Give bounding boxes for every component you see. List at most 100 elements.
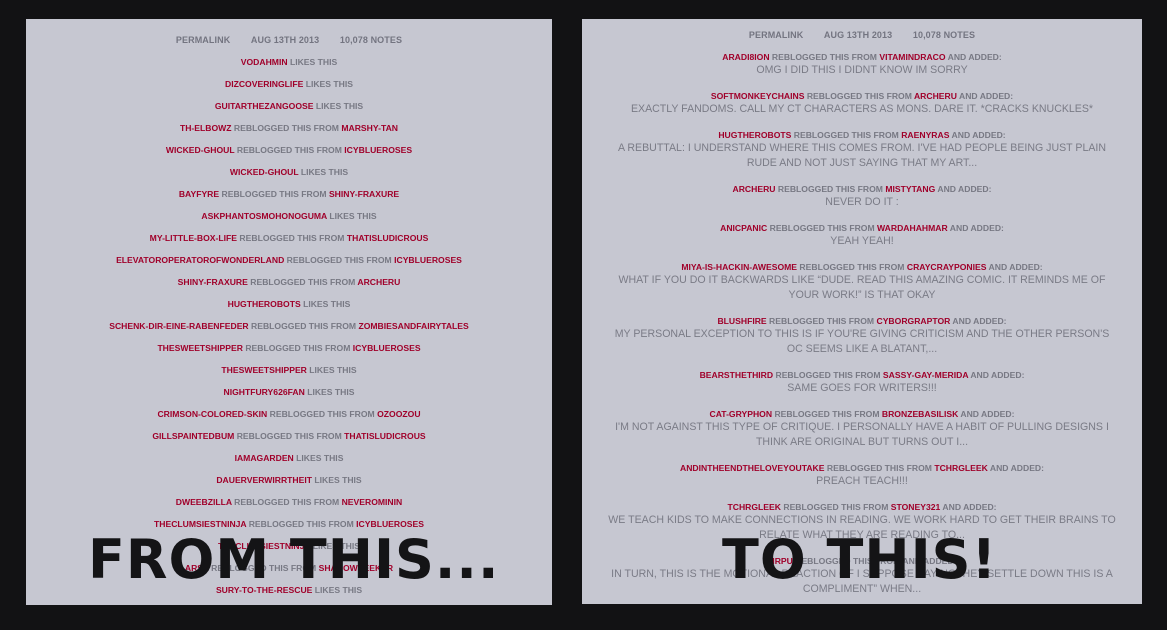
note-action-text: REBLOGGED THIS FROM — [233, 123, 339, 133]
note-added-text: AND ADDED: — [951, 130, 1006, 140]
note-username-link[interactable]: BEARSTHETHIRD — [700, 370, 774, 380]
note-username-link[interactable]: TH-ELBOWZ — [180, 123, 232, 133]
note-username-link[interactable]: WICKED-GHOUL — [230, 167, 299, 177]
note-username-link[interactable]: THESWEETSHIPPER — [157, 343, 242, 353]
note-username-link[interactable]: ELEVATOROPERATOROFWONDERLAND — [116, 255, 284, 265]
note-action-text: LIKES THIS — [314, 475, 362, 485]
reblog-note: CAT-GRYPHON REBLOGGED THIS FROM BRONZEBA… — [582, 409, 1142, 450]
note-source-link[interactable]: ICYBLUEROSES — [394, 255, 462, 265]
note-action-text: REBLOGGED THIS FROM — [286, 255, 392, 265]
right-notes-panel: PERMALINK AUG 13TH 2013 10,078 NOTES ARA… — [582, 19, 1142, 604]
reblog-comment: SAME GOES FOR WRITERS!!! — [787, 382, 937, 394]
note-source-link[interactable]: BRONZEBASILISK — [882, 409, 958, 419]
notes-count[interactable]: 10,078 NOTES — [340, 35, 402, 45]
note-item: WICKED-GHOUL LIKES THIS — [26, 167, 552, 189]
note-username-link[interactable]: DWEEBZILLA — [176, 497, 232, 507]
note-username-link[interactable]: IAMAGARDEN — [235, 453, 294, 463]
reblog-note: BLUSHFIRE REBLOGGED THIS FROM CYBORGRAPT… — [582, 316, 1142, 357]
post-date: AUG 13TH 2013 — [250, 35, 320, 45]
note-item: DAUERVERWIRRTHEIT LIKES THIS — [26, 475, 552, 497]
note-username-link[interactable]: ARCHERU — [733, 184, 776, 194]
note-source-link[interactable]: OZOOZOU — [377, 409, 420, 419]
note-username-link[interactable]: VODAHMIN — [241, 57, 288, 67]
note-username-link[interactable]: SCHENK-DIR-EINE-RABENFEDER — [109, 321, 248, 331]
note-source-link[interactable]: MARSHY-TAN — [341, 123, 398, 133]
note-username-link[interactable]: SHINY-FRAXURE — [178, 277, 248, 287]
reblog-comment: MY PERSONAL EXCEPTION TO THIS IS IF YOU'… — [614, 328, 1110, 355]
reblog-note: ARADI8ION REBLOGGED THIS FROM VITAMINDRA… — [582, 52, 1142, 78]
note-username-link[interactable]: WICKED-GHOUL — [166, 145, 235, 155]
notes-count[interactable]: 10,078 NOTES — [913, 30, 975, 40]
reblog-note-header: ANICPANIC REBLOGGED THIS FROM WARDAHAHMA… — [582, 223, 1142, 233]
note-source-link[interactable]: TCHRGLEEK — [934, 463, 987, 473]
note-action-text: REBLOGGED THIS FROM — [234, 497, 340, 507]
note-item: GILLSPAINTEDBUM REBLOGGED THIS FROM THAT… — [26, 431, 552, 453]
note-action-text: LIKES THIS — [305, 79, 353, 89]
note-username-link[interactable]: CAT-GRYPHON — [710, 409, 773, 419]
note-item: HUGTHEROBOTS LIKES THIS — [26, 299, 552, 321]
note-username-link[interactable]: MIYA-IS-HACKIN-AWESOME — [681, 262, 797, 272]
note-source-link[interactable]: SASSY-GAY-MERIDA — [883, 370, 968, 380]
note-source-link[interactable]: ARCHERU — [357, 277, 400, 287]
note-added-text: AND ADDED: — [989, 463, 1044, 473]
note-added-text: AND ADDED: — [960, 409, 1015, 419]
note-item: NIGHTFURY626FAN LIKES THIS — [26, 387, 552, 409]
note-username-link[interactable]: DAUERVERWIRRTHEIT — [216, 475, 312, 485]
note-username-link[interactable]: BLUSHFIRE — [717, 316, 766, 326]
reblog-comment: PREACH TEACH!!! — [816, 475, 908, 487]
notes-list: ARADI8ION REBLOGGED THIS FROM VITAMINDRA… — [582, 52, 1142, 597]
note-source-link[interactable]: CRAYCRAYPONIES — [907, 262, 987, 272]
note-source-link[interactable]: SHINY-FRAXURE — [329, 189, 399, 199]
reblog-note-header: TCHRGLEEK REBLOGGED THIS FROM STONEY321 … — [582, 502, 1142, 512]
note-source-link[interactable]: CYBORGRAPTOR — [876, 316, 950, 326]
note-username-link[interactable]: HUGTHEROBOTS — [228, 299, 301, 309]
note-action-text: LIKES THIS — [329, 211, 377, 221]
note-action-text: REBLOGGED THIS FROM — [774, 409, 880, 419]
note-action-text: REBLOGGED THIS FROM — [250, 277, 356, 287]
note-username-link[interactable]: SOFTMONKEYCHAINS — [711, 91, 805, 101]
note-source-link[interactable]: RAENYRAS — [901, 130, 949, 140]
note-source-link[interactable]: VITAMINDRACO — [879, 52, 945, 62]
note-action-text: REBLOGGED THIS FROM — [769, 316, 875, 326]
note-action-text: REBLOGGED THIS FROM — [221, 189, 327, 199]
note-source-link[interactable]: STONEY321 — [891, 502, 941, 512]
note-source-link[interactable]: NEVEROMININ — [342, 497, 403, 507]
note-source-link[interactable]: THATISLUDICROUS — [344, 431, 425, 441]
note-username-link[interactable]: ASKPHANTOSMOHONOGUMA — [201, 211, 327, 221]
reblog-comment: WHAT IF YOU DO IT BACKWARDS LIKE “DUDE. … — [618, 274, 1106, 301]
note-username-link[interactable]: CRIMSON-COLORED-SKIN — [157, 409, 267, 419]
reblog-note: ANDINTHEENDTHELOVEYOUTAKE REBLOGGED THIS… — [582, 463, 1142, 489]
note-added-text: AND ADDED: — [988, 262, 1043, 272]
note-username-link[interactable]: GUITARTHEZANGOOSE — [215, 101, 314, 111]
note-item: THESWEETSHIPPER LIKES THIS — [26, 365, 552, 387]
permalink-link[interactable]: PERMALINK — [749, 30, 803, 40]
note-source-link[interactable]: ICYBLUEROSES — [353, 343, 421, 353]
note-username-link[interactable]: TCHRGLEEK — [727, 502, 780, 512]
note-item: SHINY-FRAXURE REBLOGGED THIS FROM ARCHER… — [26, 277, 552, 299]
note-username-link[interactable]: NIGHTFURY626FAN — [223, 387, 304, 397]
note-action-text: REBLOGGED THIS FROM — [236, 145, 342, 155]
note-item: DWEEBZILLA REBLOGGED THIS FROM NEVEROMIN… — [26, 497, 552, 519]
note-source-link[interactable]: THATISLUDICROUS — [347, 233, 428, 243]
note-source-link[interactable]: ARCHERU — [914, 91, 957, 101]
note-username-link[interactable]: ARADI8ION — [722, 52, 769, 62]
reblog-comment: A REBUTTAL: I UNDERSTAND WHERE THIS COME… — [617, 142, 1107, 169]
reblog-comment: NEVER DO IT : — [825, 196, 899, 208]
note-source-link[interactable]: MISTYTANG — [885, 184, 935, 194]
note-username-link[interactable]: THESWEETSHIPPER — [221, 365, 306, 375]
note-source-link[interactable]: WARDAHAHMAR — [877, 223, 948, 233]
note-username-link[interactable]: DIZCOVERINGLIFE — [225, 79, 303, 89]
permalink-link[interactable]: PERMALINK — [176, 35, 230, 45]
note-username-link[interactable]: HUGTHEROBOTS — [718, 130, 791, 140]
note-username-link[interactable]: ANDINTHEENDTHELOVEYOUTAKE — [680, 463, 825, 473]
note-username-link[interactable]: GILLSPAINTEDBUM — [152, 431, 234, 441]
note-source-link[interactable]: ZOMBIESANDFAIRYTALES — [358, 321, 468, 331]
note-source-link[interactable]: ICYBLUEROSES — [344, 145, 412, 155]
note-username-link[interactable]: BAYFYRE — [179, 189, 219, 199]
note-added-text: AND ADDED: — [937, 184, 992, 194]
note-username-link[interactable]: MY-LITTLE-BOX-LIFE — [150, 233, 237, 243]
note-action-text: LIKES THIS — [315, 101, 364, 111]
reblog-comment: I'M NOT AGAINST THIS TYPE OF CRITIQUE. I… — [615, 421, 1109, 448]
note-added-text: AND ADDED: — [952, 316, 1007, 326]
note-username-link[interactable]: ANICPANIC — [720, 223, 767, 233]
